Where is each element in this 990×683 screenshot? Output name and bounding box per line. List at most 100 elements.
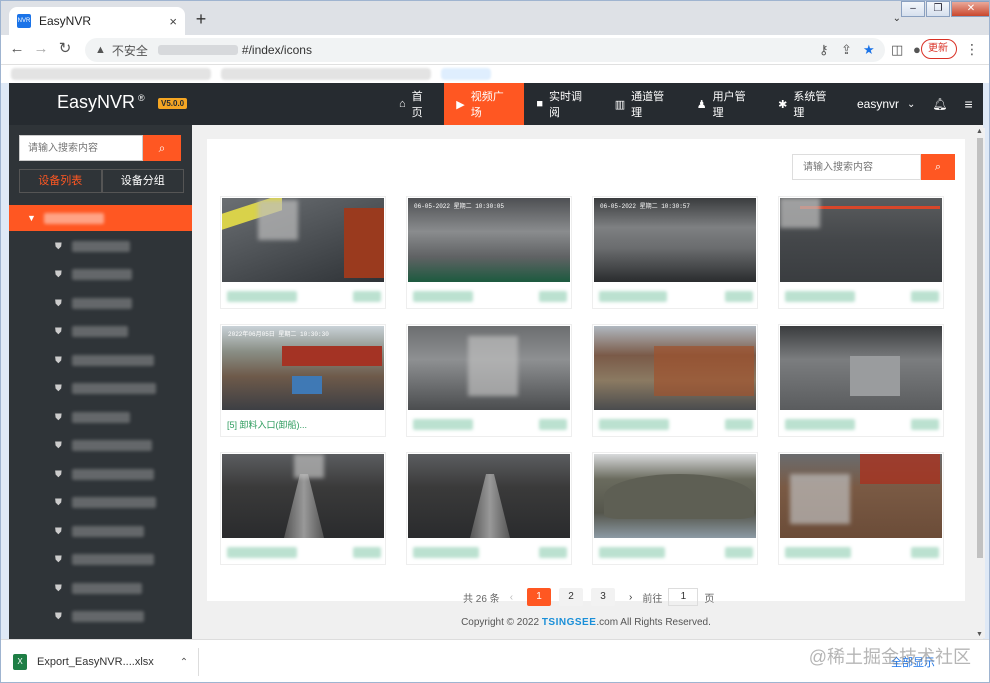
thumb-detail	[470, 474, 510, 538]
device-tree-root[interactable]: ▼	[9, 205, 192, 231]
brand-logo[interactable]: EasyNVR ®	[57, 92, 145, 113]
sidebar-search-input[interactable]	[19, 135, 143, 161]
nav-home[interactable]: ⌂ 首页	[387, 83, 444, 125]
device-tree-item[interactable]: ⛊	[9, 460, 192, 489]
device-tree-item[interactable]: ⛊	[9, 289, 192, 318]
more-menu-icon[interactable]: ⋮	[965, 41, 979, 58]
minimize-button[interactable]: –	[901, 1, 925, 17]
device-tree-item[interactable]: ⛊	[9, 318, 192, 347]
redacted-label	[227, 546, 297, 558]
next-page-button[interactable]: ›	[629, 592, 632, 603]
scroll-down-icon[interactable]: ▼	[976, 631, 983, 638]
channel-search-input[interactable]	[792, 154, 921, 180]
card-footer	[779, 411, 945, 437]
video-card[interactable]	[406, 452, 572, 565]
thumb-detail	[654, 346, 754, 396]
close-window-button[interactable]: ✕	[951, 1, 989, 17]
page-button-3[interactable]: 3	[591, 588, 616, 606]
device-tree-item[interactable]: ⛊	[9, 432, 192, 461]
nav-label: 用户管理	[712, 91, 746, 119]
close-tab-icon[interactable]: ×	[169, 14, 177, 29]
prev-page-button[interactable]: ‹	[510, 592, 513, 603]
tab-title: EasyNVR	[39, 14, 92, 28]
device-tree-item[interactable]: ⛊	[9, 346, 192, 375]
star-icon[interactable]: ★	[863, 42, 875, 58]
video-thumbnail: 06-05-2022 星期二 10:30:05	[408, 198, 570, 282]
shield-icon: ⛊	[55, 440, 62, 451]
nav-video-square[interactable]: ▶ 视频广场	[444, 83, 525, 125]
redacted-label	[72, 582, 142, 594]
video-card[interactable]: 2022年06月05日 星期二 10:30:30 [5] 卸料入口(卸船)...	[220, 324, 386, 437]
video-card[interactable]: 06-05-2022 星期二 10:30:57	[592, 196, 758, 309]
video-thumbnail	[780, 198, 942, 282]
video-card[interactable]	[220, 196, 386, 309]
device-tree-item[interactable]: ⛊	[9, 574, 192, 603]
browser-window: NVR EasyNVR × + ⌄ – ❐ ✕ ← → ↻ ▲ 不安全 #/in…	[0, 0, 990, 683]
caret-down-icon: ▼	[27, 213, 36, 223]
device-sidebar: ⌕ 设备列表 设备分组 ▼ ⛊ ⛊ ⛊ ⛊ ⛊ ⛊ ⛊ ⛊ ⛊ ⛊ ⛊	[9, 125, 192, 639]
shield-icon: ⛊	[55, 354, 62, 365]
card-footer: [5] 卸料入口(卸船)...	[221, 411, 387, 437]
device-tree-item[interactable]: ⛊	[9, 546, 192, 575]
download-item[interactable]: X Export_EasyNVR....xlsx ⌃	[13, 648, 200, 676]
nvr-favicon-icon: NVR	[17, 14, 31, 28]
reload-icon[interactable]: ↻	[55, 39, 75, 59]
page-button-1[interactable]: 1	[527, 588, 552, 606]
video-card[interactable]	[778, 324, 944, 437]
hamburger-menu-icon[interactable]: ≡	[954, 83, 983, 125]
tab-device-list[interactable]: 设备列表	[19, 169, 102, 193]
new-tab-button[interactable]: +	[191, 9, 211, 30]
device-tree-item[interactable]: ⛊	[9, 517, 192, 546]
sidebar-search-button[interactable]: ⌕	[143, 135, 181, 161]
maximize-button[interactable]: ❐	[926, 1, 950, 17]
forward-arrow-icon[interactable]: →	[31, 39, 51, 59]
video-card[interactable]	[406, 324, 572, 437]
goto-page-input[interactable]: 1	[668, 588, 699, 606]
channel-search-button[interactable]: ⌕	[921, 154, 955, 180]
video-card[interactable]	[592, 324, 758, 437]
video-card[interactable]	[220, 452, 386, 565]
video-card[interactable]	[778, 196, 944, 309]
side-panel-icon[interactable]: ◫	[891, 42, 903, 58]
scrollbar-thumb[interactable]	[977, 138, 983, 558]
device-tree-item[interactable]: ⛊	[9, 261, 192, 290]
home-icon: ⌂	[399, 98, 406, 110]
scroll-up-icon[interactable]: ▲	[976, 128, 983, 135]
address-bar[interactable]: ▲ 不安全 #/index/icons	[85, 38, 885, 62]
device-tree-item[interactable]: ⛊	[9, 403, 192, 432]
profile-icon[interactable]: ●	[913, 42, 921, 57]
sidebar-search: ⌕	[19, 135, 181, 161]
nav-menu: ⌂ 首页 ▶ 视频广场 ■ 实时调阅 ▥ 通道管理 ♟ 用户管理 ✱ 系统管理 easynv…	[387, 83, 983, 125]
redacted-label	[539, 290, 567, 302]
shield-icon: ⛊	[55, 411, 62, 422]
redaction-block	[790, 474, 850, 524]
redacted-label	[72, 440, 152, 452]
tab-device-group[interactable]: 设备分组	[101, 169, 184, 193]
video-card[interactable]: 06-05-2022 星期二 10:30:05	[406, 196, 572, 309]
device-tree-item[interactable]: ⛊	[9, 603, 192, 632]
update-button[interactable]: 更新	[921, 39, 957, 59]
tsingsee-logo: TSINGSEE	[541, 617, 597, 628]
nav-system-management[interactable]: ✱ 系统管理	[766, 83, 847, 125]
device-tree-item[interactable]: ⛊	[9, 489, 192, 518]
video-square-panel: ⌕ 06-05-2022 星期二 10:30:05	[207, 139, 965, 606]
page-button-2[interactable]: 2	[559, 588, 584, 606]
nav-live-view[interactable]: ■ 实时调阅	[524, 83, 602, 125]
video-card[interactable]	[592, 452, 758, 565]
chevron-up-icon[interactable]: ⌃	[180, 657, 188, 668]
play-circle-icon: ▶	[456, 98, 465, 111]
security-label[interactable]: 不安全	[112, 42, 148, 59]
content-scrollbar[interactable]: ▲ ▼	[975, 128, 985, 638]
browser-tab[interactable]: NVR EasyNVR ×	[9, 7, 185, 35]
device-tree-item[interactable]: ⛊	[9, 375, 192, 404]
nav-user-management[interactable]: ♟ 用户管理	[685, 83, 766, 125]
redacted-label	[72, 468, 154, 480]
user-dropdown[interactable]: easynvr ⌄	[847, 83, 925, 125]
share-icon[interactable]: ⇪	[841, 42, 852, 58]
back-arrow-icon[interactable]: ←	[7, 39, 27, 59]
key-icon[interactable]: ⚷	[819, 42, 829, 58]
video-card[interactable]	[778, 452, 944, 565]
device-tree-item[interactable]: ⛊	[9, 232, 192, 261]
nav-channel-management[interactable]: ▥ 通道管理	[603, 83, 685, 125]
bell-icon[interactable]: 🔔︎	[925, 83, 954, 125]
